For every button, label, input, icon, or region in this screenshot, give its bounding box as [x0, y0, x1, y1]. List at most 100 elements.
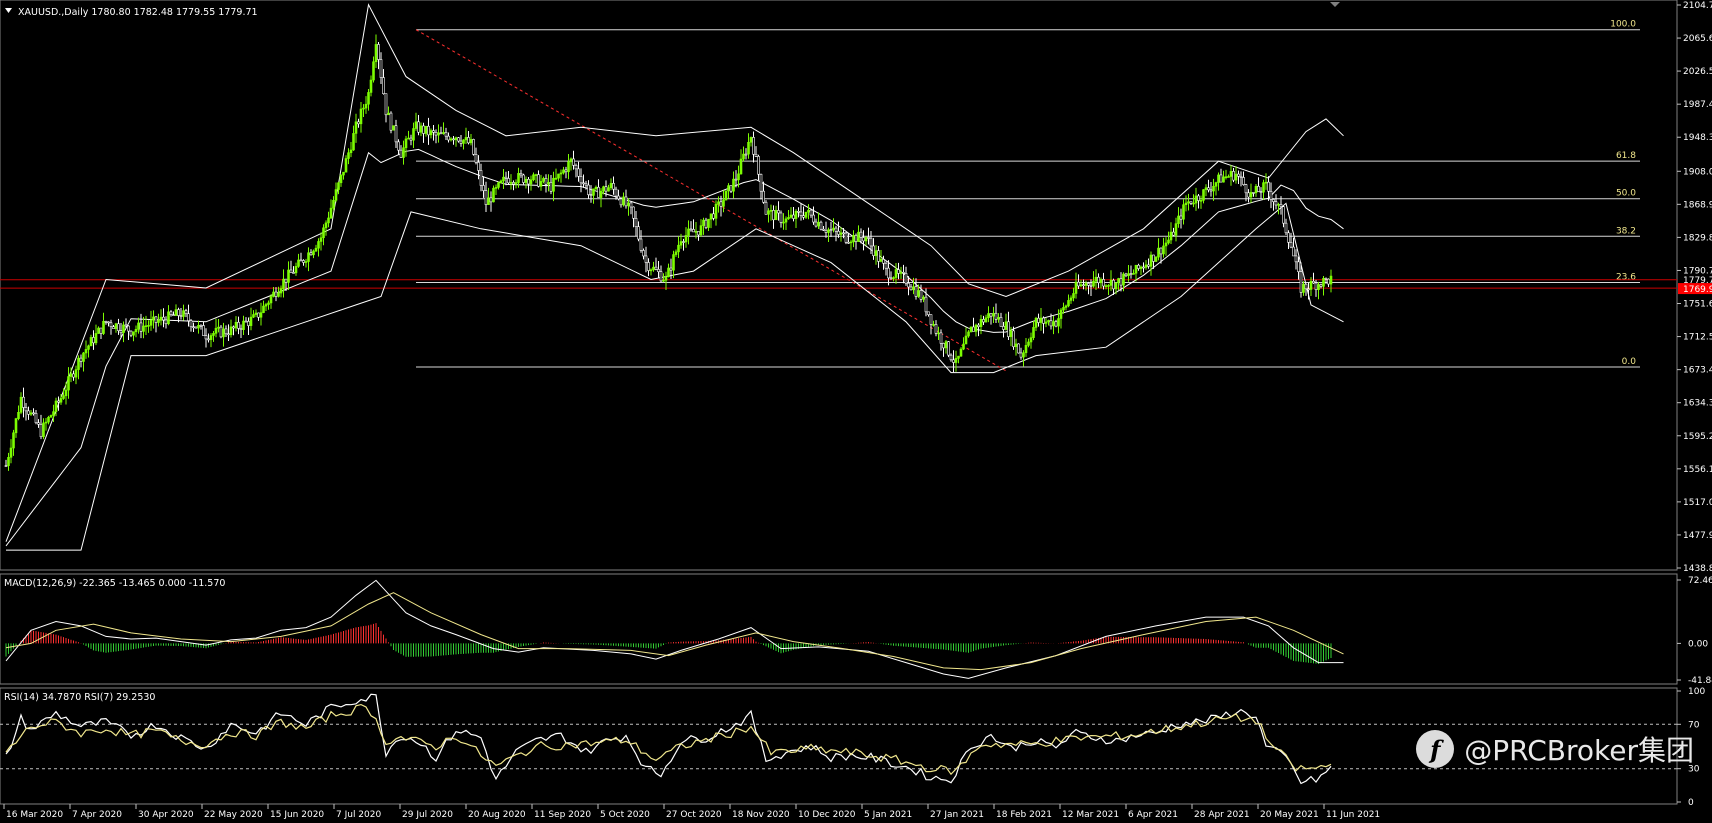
candle-body — [1077, 281, 1080, 287]
candle-body — [822, 228, 825, 231]
candle-body — [439, 132, 443, 135]
candle-body — [94, 333, 98, 344]
candle-body — [54, 400, 58, 412]
candle-body — [289, 269, 293, 273]
candle-body — [502, 176, 505, 182]
candle-body — [684, 235, 688, 243]
candle-body — [739, 158, 743, 175]
candle-body — [227, 333, 230, 336]
candle-body — [1109, 279, 1113, 286]
candle-body — [949, 354, 953, 361]
candle-body — [849, 241, 853, 244]
macd-signal-line — [5, 592, 1344, 671]
candle-body — [1227, 176, 1230, 178]
candle-body — [219, 326, 223, 338]
candle-body — [1189, 201, 1193, 204]
candle-body — [1052, 321, 1055, 327]
candle-body — [342, 171, 345, 176]
candle-body — [844, 232, 848, 243]
date-axis-label: 7 Jul 2020 — [336, 810, 381, 820]
date-axis-label: 5 Jan 2021 — [864, 810, 912, 820]
candle-body — [1194, 195, 1198, 204]
candle-body — [1087, 283, 1090, 286]
candle-body — [332, 200, 335, 209]
candle-body — [1262, 182, 1265, 193]
candle-body — [1027, 341, 1030, 346]
date-axis-label: 29 Jul 2020 — [402, 810, 453, 820]
candle-body — [197, 325, 200, 329]
price-axis-label: 1517.05 — [1683, 498, 1712, 508]
price-panel: 100.0 61.8 50.0 38.2 23.6 0.0 — [0, 3, 1677, 551]
fib-label-0.0: 0.0 — [1622, 357, 1637, 367]
candle-body — [187, 313, 190, 321]
candle-body — [1034, 317, 1038, 328]
date-axis-label: 20 May 2021 — [1260, 810, 1319, 820]
candle-body — [587, 184, 590, 195]
collapse-triangle-icon[interactable] — [5, 8, 12, 13]
candle-body — [1149, 254, 1153, 267]
macd-line — [5, 579, 1344, 679]
macd-panel — [5, 579, 1344, 679]
candle-body — [402, 147, 405, 158]
candle-body — [84, 349, 88, 354]
candle-body — [1092, 280, 1095, 287]
candle-body — [1172, 231, 1175, 236]
candle-body — [722, 199, 725, 207]
candle-body — [759, 173, 763, 192]
candle-body — [537, 174, 540, 187]
candle-body — [564, 169, 568, 173]
trading-chart[interactable]: 100.061.850.038.223.60.0 2104.702065.602… — [0, 0, 1712, 823]
candle-body — [934, 324, 938, 334]
price-axis-label: 1948.30 — [1683, 133, 1712, 143]
candle-body — [899, 272, 903, 274]
candle-body — [209, 335, 213, 340]
candle-body — [604, 186, 608, 192]
candle-body — [519, 173, 523, 176]
candle-body — [222, 328, 225, 338]
candle-body — [297, 259, 300, 267]
candle-body — [902, 272, 905, 274]
scroll-marker-icon[interactable] — [1330, 2, 1340, 7]
candle-body — [679, 241, 683, 246]
candle-body — [1039, 317, 1043, 323]
candle-body — [442, 132, 445, 134]
candle-body — [204, 335, 208, 340]
candle-body — [847, 241, 850, 244]
date-axis-label: 18 Nov 2020 — [732, 810, 790, 820]
candle-body — [139, 322, 143, 332]
candle-body — [462, 139, 465, 144]
candle-body — [397, 141, 400, 151]
candle-body — [752, 137, 755, 155]
candle-body — [987, 313, 990, 319]
candle-body — [449, 138, 453, 141]
candle-body — [144, 325, 148, 327]
macd-axis-label: -41.849 — [1688, 676, 1712, 686]
candle-body — [362, 107, 365, 110]
candle-body — [164, 319, 168, 325]
candle-body — [694, 231, 698, 233]
candle-body — [1252, 192, 1255, 194]
candle-body — [409, 137, 413, 141]
candle-body — [424, 125, 428, 134]
candle-body — [357, 121, 360, 125]
candle-body — [1014, 343, 1018, 348]
candle-body — [602, 186, 605, 192]
candle-body — [1312, 280, 1315, 284]
candle-body — [984, 317, 988, 323]
candle-body — [452, 138, 455, 141]
candle-body — [909, 286, 913, 291]
candle-body — [327, 217, 330, 224]
candle-body — [1069, 297, 1073, 301]
candle-body — [212, 333, 215, 336]
candle-body — [777, 210, 780, 214]
candle-body — [884, 262, 888, 269]
date-axis-label: 18 Feb 2021 — [996, 810, 1052, 820]
price-axis-label: 2104.70 — [1683, 1, 1712, 11]
candle-body — [49, 415, 53, 418]
candle-body — [1287, 232, 1290, 243]
candle-body — [919, 290, 923, 300]
candle-body — [1152, 254, 1155, 262]
candle-body — [979, 319, 983, 327]
candle-body — [22, 396, 25, 408]
candle-body — [1197, 195, 1200, 201]
